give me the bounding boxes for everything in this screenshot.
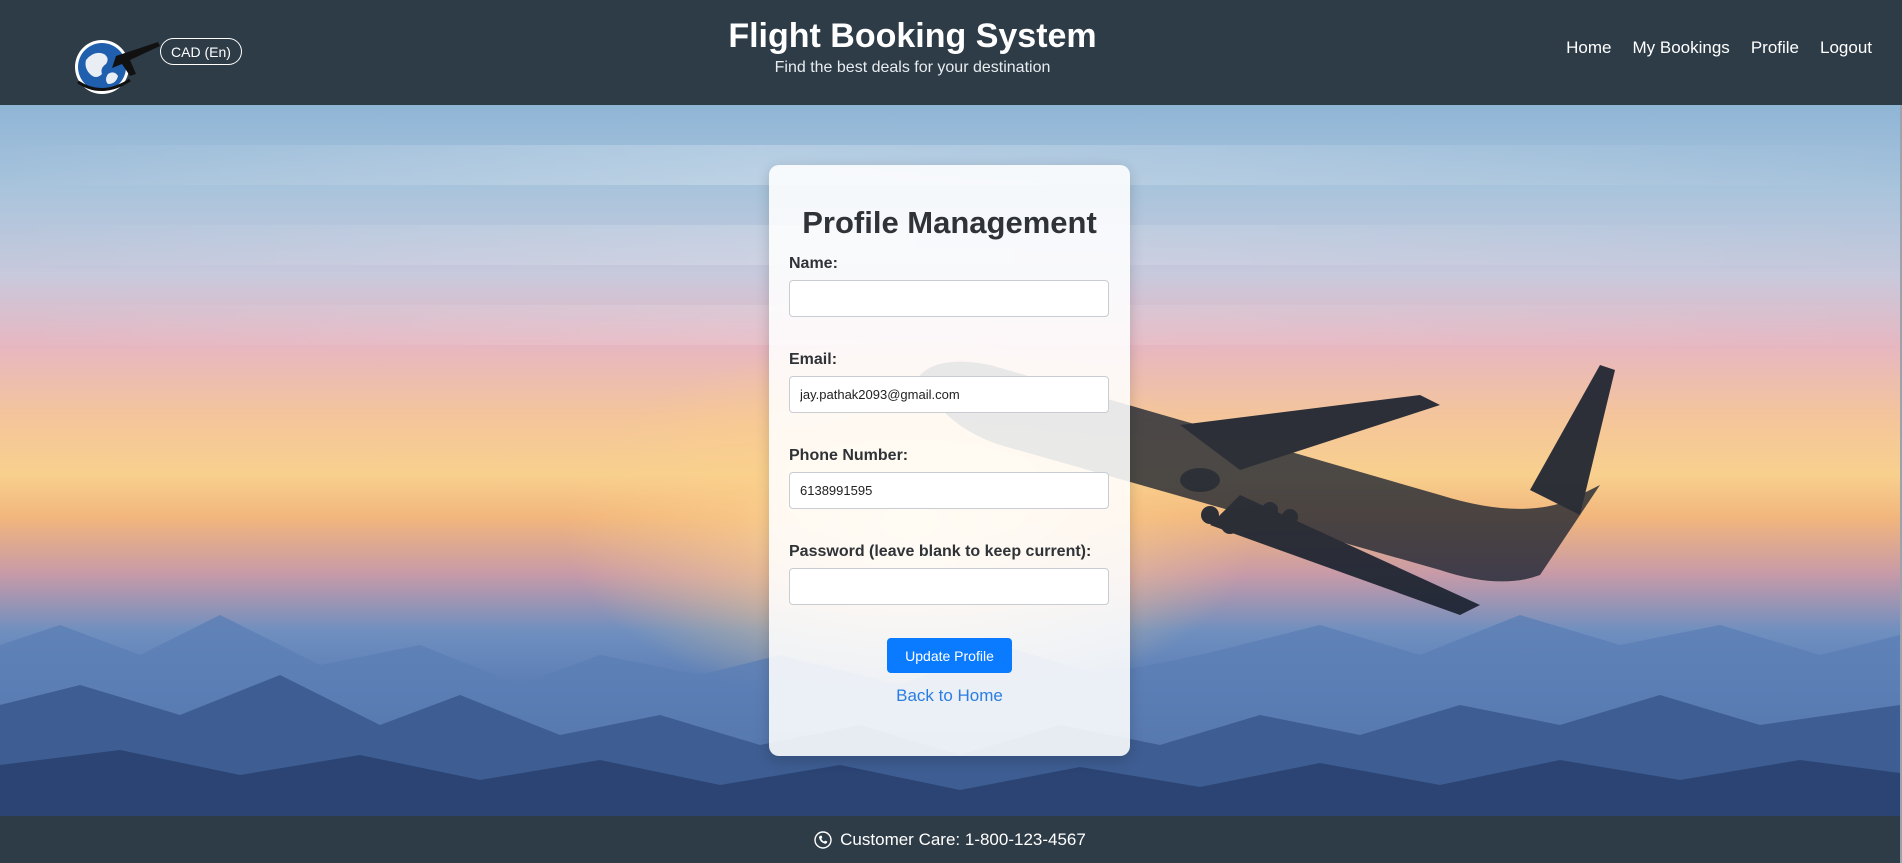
update-profile-button[interactable]: Update Profile [887, 638, 1012, 673]
main-nav: Home My Bookings Profile Logout [1566, 38, 1872, 58]
nav-profile-link[interactable]: Profile [1751, 38, 1799, 58]
page-title: Flight Booking System [728, 17, 1097, 55]
phone-label: Phone Number: [789, 447, 909, 464]
password-input[interactable] [789, 568, 1109, 605]
name-field-group: Name: [789, 255, 1110, 317]
nav-home-link[interactable]: Home [1566, 38, 1611, 58]
email-field-group: Email: [789, 351, 1110, 413]
nav-logout-link[interactable]: Logout [1820, 38, 1872, 58]
brand: Flight Booking System Find the best deal… [0, 14, 1825, 77]
name-input[interactable] [789, 280, 1109, 317]
password-field-group: Password (leave blank to keep current): [789, 543, 1110, 605]
password-label: Password (leave blank to keep current): [789, 543, 1092, 560]
profile-card: Profile Management Name: Email: Phone Nu… [769, 165, 1130, 756]
email-input[interactable] [789, 376, 1109, 413]
phone-field-group: Phone Number: [789, 447, 1110, 509]
name-label: Name: [789, 255, 838, 272]
phone-icon [814, 830, 832, 849]
page-subtitle: Find the best deals for your destination [774, 59, 1051, 76]
back-to-home-link[interactable]: Back to Home [789, 686, 1110, 706]
submit-wrapper: Update Profile [789, 638, 1110, 673]
site-footer: Customer Care: 1-800-123-4567 [0, 816, 1900, 863]
phone-input[interactable] [789, 472, 1109, 509]
customer-care-text: Customer Care: 1-800-123-4567 [840, 829, 1086, 849]
site-header: CAD (En) Flight Booking System Find the … [0, 0, 1902, 105]
nav-my-bookings-link[interactable]: My Bookings [1632, 38, 1729, 58]
email-label: Email: [789, 351, 838, 368]
profile-heading: Profile Management [802, 205, 1097, 240]
